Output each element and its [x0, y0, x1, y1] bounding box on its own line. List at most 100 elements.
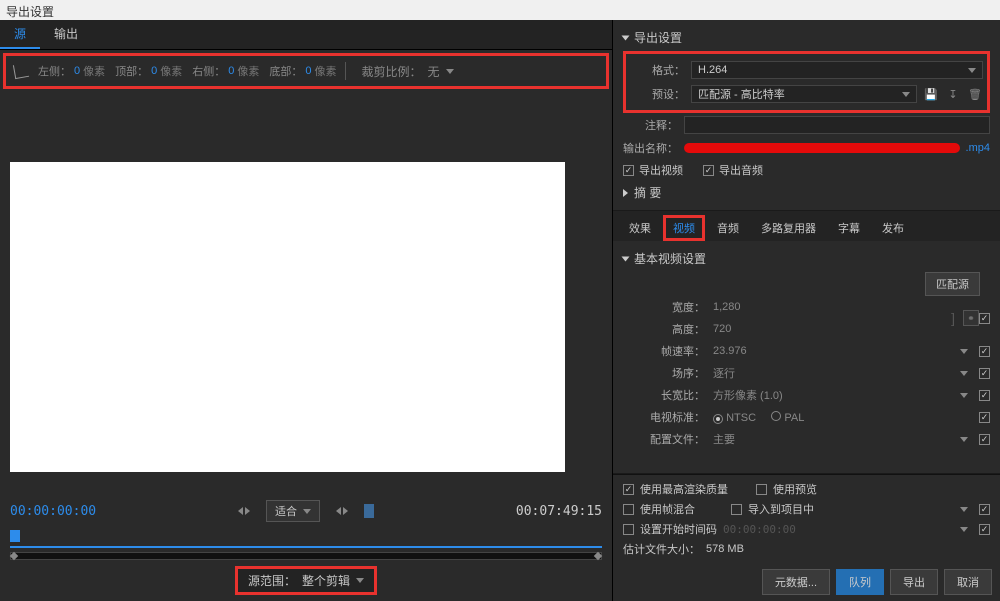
- crop-unit: 像素: [83, 63, 105, 79]
- timeline-scrubber[interactable]: [10, 552, 602, 560]
- import-preset-icon[interactable]: ↧: [945, 86, 961, 102]
- starttc-match-checkbox[interactable]: [979, 524, 990, 535]
- next-icon[interactable]: [343, 507, 348, 515]
- max-quality-checkbox[interactable]: [623, 484, 634, 495]
- profile-dropdown[interactable]: 主要: [713, 431, 960, 447]
- crop-left-label: 左侧：: [38, 63, 71, 79]
- format-dropdown[interactable]: H.264: [691, 61, 983, 79]
- delete-preset-icon[interactable]: 🗑: [967, 86, 983, 102]
- collapse-icon: [622, 35, 630, 40]
- summary-header[interactable]: 摘 要: [623, 181, 990, 204]
- start-tc-value[interactable]: 00:00:00:00: [723, 523, 796, 536]
- bottom-options: 使用最高渲染质量 使用预览 使用帧混合 导入到项目中 设置开始时间码 00:00…: [613, 474, 1000, 563]
- profile-match-checkbox[interactable]: [979, 434, 990, 445]
- comment-label: 注释：: [623, 117, 678, 133]
- ntsc-radio[interactable]: [713, 414, 723, 424]
- crop-top-input[interactable]: 0: [151, 65, 157, 77]
- queue-button[interactable]: 队列: [836, 569, 884, 595]
- cancel-button[interactable]: 取消: [944, 569, 992, 595]
- tab-audio[interactable]: 音频: [707, 215, 749, 241]
- chevron-down-icon: [968, 68, 976, 73]
- tab-output[interactable]: 输出: [40, 20, 92, 49]
- chevron-down-icon: [303, 509, 311, 514]
- pal-radio[interactable]: [771, 411, 781, 421]
- height-input[interactable]: 720: [713, 323, 947, 335]
- crop-top-label: 顶部：: [115, 63, 148, 79]
- settings-panel: 导出设置 格式： H.264 预设： 匹配源 - 高比特率 💾 ↧ 🗑 注释：: [613, 20, 1000, 601]
- tab-publish[interactable]: 发布: [872, 215, 914, 241]
- preview-area: [0, 92, 612, 490]
- fps-dropdown[interactable]: 23.976: [713, 345, 960, 357]
- timeline-track[interactable]: [10, 534, 602, 548]
- chevron-down-icon: [356, 578, 364, 583]
- fps-label: 帧速率：: [623, 343, 713, 359]
- est-size-label: 估计文件大小：: [623, 541, 700, 557]
- est-size-value: 578 MB: [706, 543, 744, 555]
- fieldorder-dropdown[interactable]: 逐行: [713, 365, 960, 381]
- export-audio-checkbox[interactable]: [703, 165, 714, 176]
- collapse-icon: [623, 189, 628, 197]
- step-fwd-icon[interactable]: [245, 507, 250, 515]
- tab-mux[interactable]: 多路复用器: [751, 215, 826, 241]
- mark-in-icon[interactable]: [364, 504, 374, 518]
- export-settings-title: 导出设置: [634, 29, 682, 46]
- preview-canvas[interactable]: [10, 162, 565, 472]
- wh-match-checkbox[interactable]: [979, 313, 990, 324]
- summary-label: 摘 要: [634, 184, 661, 201]
- zoom-fit-dropdown[interactable]: 适合: [266, 500, 320, 522]
- crop-unit: 像素: [237, 63, 259, 79]
- action-buttons: 元数据... 队列 导出 取消: [613, 563, 1000, 601]
- import-project-checkbox[interactable]: [731, 504, 742, 515]
- frame-blend-checkbox[interactable]: [623, 504, 634, 515]
- crop-ratio-dropdown[interactable]: 裁剪比例： 无: [362, 63, 454, 80]
- output-name-redacted[interactable]: [684, 143, 960, 153]
- chevron-down-icon: [960, 527, 968, 532]
- tvstd-label: 电视标准：: [623, 409, 713, 425]
- tvstd-match-checkbox[interactable]: [979, 412, 990, 423]
- settings-tabs: 效果 视频 音频 多路复用器 字幕 发布: [613, 211, 1000, 241]
- crop-left-input[interactable]: 0: [74, 65, 80, 77]
- export-button[interactable]: 导出: [890, 569, 938, 595]
- export-settings-header[interactable]: 导出设置: [623, 26, 990, 49]
- metadata-button[interactable]: 元数据...: [762, 569, 830, 595]
- tab-captions[interactable]: 字幕: [828, 215, 870, 241]
- timecode-in[interactable]: 00:00:00:00: [10, 504, 96, 519]
- tab-source[interactable]: 源: [0, 20, 40, 49]
- crop-bottom-input[interactable]: 0: [305, 65, 311, 77]
- prev-icon[interactable]: [336, 507, 341, 515]
- max-quality-label: 使用最高渲染质量: [640, 481, 728, 497]
- tab-video[interactable]: 视频: [663, 215, 705, 241]
- crop-right-input[interactable]: 0: [228, 65, 234, 77]
- preset-dropdown[interactable]: 匹配源 - 高比特率: [691, 85, 917, 103]
- field-match-checkbox[interactable]: [979, 368, 990, 379]
- chevron-down-icon: [960, 437, 968, 442]
- save-preset-icon[interactable]: 💾: [923, 86, 939, 102]
- chevron-down-icon: [960, 393, 968, 398]
- chevron-down-icon: [960, 349, 968, 354]
- link-icon[interactable]: ⚭: [963, 310, 979, 326]
- crop-icon[interactable]: [13, 63, 29, 79]
- start-tc-checkbox[interactable]: [623, 524, 634, 535]
- tab-effects[interactable]: 效果: [619, 215, 661, 241]
- export-video-checkbox[interactable]: [623, 165, 634, 176]
- preset-label: 预设：: [630, 86, 685, 102]
- frame-blend-label: 使用帧混合: [640, 501, 695, 517]
- aspect-match-checkbox[interactable]: [979, 390, 990, 401]
- import-match-checkbox[interactable]: [979, 504, 990, 515]
- step-back-icon[interactable]: [238, 507, 243, 515]
- source-panel: 源 输出 左侧：0像素 顶部：0像素 右侧：0像素 底部：0像素 裁剪比例： 无…: [0, 20, 613, 601]
- crop-right-label: 右侧：: [192, 63, 225, 79]
- format-label: 格式：: [630, 62, 685, 78]
- source-range-dropdown[interactable]: 源范围： 整个剪辑: [235, 566, 377, 595]
- aspect-dropdown[interactable]: 方形像素 (1.0): [713, 387, 960, 403]
- width-input[interactable]: 1,280: [713, 301, 947, 313]
- chevron-down-icon: [960, 507, 968, 512]
- match-source-button[interactable]: 匹配源: [925, 272, 980, 296]
- comment-input[interactable]: [684, 116, 990, 134]
- collapse-icon: [622, 256, 630, 261]
- use-preview-checkbox[interactable]: [756, 484, 767, 495]
- basic-video-header[interactable]: 基本视频设置: [623, 247, 990, 270]
- pal-label: PAL: [784, 412, 804, 424]
- playhead[interactable]: [10, 530, 20, 542]
- fps-match-checkbox[interactable]: [979, 346, 990, 357]
